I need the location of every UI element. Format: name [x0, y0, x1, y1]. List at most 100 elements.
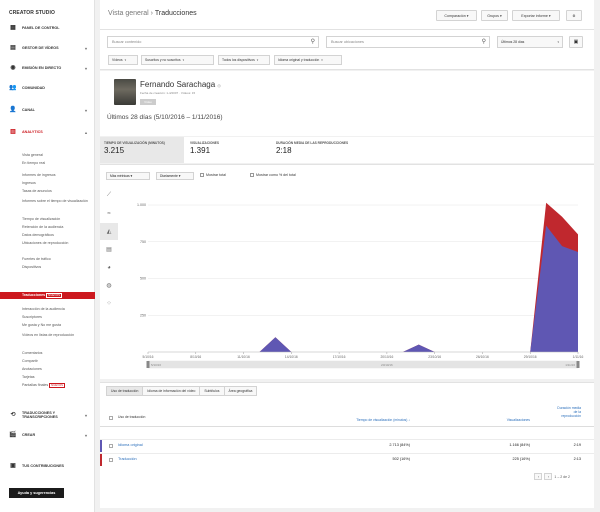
range-handle-right — [576, 361, 580, 368]
sidebar-subitem[interactable]: Pantallas finales NUEVOS — [22, 383, 88, 389]
sidebar-subitem[interactable]: Compartir — [22, 359, 88, 364]
sidebar-subitem[interactable]: Fuentes de tráfico — [22, 257, 88, 262]
tab-video-info-language[interactable]: Idioma de información del vídeo — [143, 386, 201, 396]
content-search-input[interactable]: Buscar contenido ⚲ — [107, 36, 319, 48]
chevron-down-icon: ▾ — [124, 58, 127, 62]
row-watch-time: 2.713 (84%) — [389, 443, 410, 447]
column-header-views[interactable]: Visualizaciones — [480, 418, 530, 422]
metric-avg-duration[interactable]: DURACIÓN MEDIA DE LAS REPRODUCCIONES 2:1… — [272, 137, 360, 163]
row-name[interactable]: Idioma original — [118, 443, 143, 447]
x-tick-label: 14/10/16 — [285, 355, 298, 359]
row-checkbox[interactable] — [109, 444, 113, 448]
sidebar-item-label: GESTOR DE VÍDEOS — [22, 46, 59, 50]
tab-translation-usage[interactable]: Uso de traducción — [106, 386, 144, 396]
column-header-usage[interactable]: Uso de traducción — [118, 415, 145, 419]
sidebar-subitem[interactable]: Anotaciones — [22, 367, 88, 372]
sidebar-subitem[interactable]: Suscriptores — [22, 315, 88, 320]
sidebar-subitem[interactable]: En tiempo real — [22, 161, 88, 166]
sidebar-subitem-label: Tasas de anuncios — [22, 189, 52, 193]
row-views: 1.166 (84%) — [509, 443, 530, 447]
export-button[interactable]: Exportar informe ▾ — [512, 10, 560, 21]
sidebar-subitem[interactable]: Ingresos — [22, 181, 88, 186]
sidebar-subitem[interactable]: Tiempo de visualización — [22, 217, 88, 222]
sidebar-subitem[interactable]: Tarjetas — [22, 375, 88, 380]
contributions-icon: ▣ — [10, 463, 16, 469]
sidebar-subitem[interactable]: Tasas de anuncios — [22, 189, 88, 194]
date-range-select[interactable]: Últimos 28 días ▾ — [497, 36, 563, 48]
groups-button[interactable]: Grupos ▾ — [481, 10, 508, 21]
column-header-watch-time[interactable]: Tiempo de visualización (minutos) ↓ — [300, 418, 410, 422]
settings-button[interactable]: ⚙ — [566, 10, 582, 21]
pagination: ‹ › 1 – 2 de 2 — [534, 473, 570, 480]
row-name[interactable]: Traducción — [118, 457, 137, 461]
new-badge: NUEVOS — [49, 383, 65, 389]
chevron-down-icon: ▾ — [557, 40, 559, 44]
table-tabs: Uso de traducción Idioma de información … — [106, 386, 258, 396]
sidebar-item-live[interactable]: ◉ EMISIÓN EN DIRECTO ▾ — [0, 62, 95, 74]
filter-chip[interactable]: Idioma original y traducción ▾ — [274, 55, 342, 65]
sidebar-item-contributions[interactable]: ▣ TUS CONTRIBUCIONES — [0, 460, 95, 472]
help-button[interactable]: Ayuda y sugerencias — [9, 488, 64, 498]
sidebar-item-label: CREAR — [22, 433, 36, 437]
y-tick-label: 750 — [140, 240, 146, 244]
search-icon[interactable]: ⚲ — [311, 38, 315, 45]
sidebar-subitem[interactable]: Informes de ingresos — [22, 173, 88, 178]
sidebar-item-community[interactable]: 👥 COMUNIDAD — [0, 82, 95, 94]
sidebar-subitem[interactable]: Interacción de la audiencia — [22, 307, 88, 312]
prev-page-button[interactable]: ‹ — [534, 473, 543, 480]
y-tick-label: 500 — [140, 277, 146, 281]
sidebar-subitem-label: Dispositivos — [22, 265, 42, 269]
compare-button[interactable]: Comparación ▾ — [436, 10, 477, 21]
location-search-input[interactable]: Buscar ubicaciones ⚲ — [326, 36, 490, 48]
column-header-avg-duration[interactable]: Duración media de la reproducción — [556, 406, 581, 418]
sidebar-item-create[interactable]: 🎬 CREAR ▾ — [0, 429, 95, 441]
breadcrumb-link[interactable]: Vista general — [108, 10, 149, 17]
sidebar-subitem-label: Traducciones — [22, 293, 46, 297]
next-page-button[interactable]: › — [544, 473, 553, 480]
sidebar-item-translate[interactable]: ⟲ TRADUCCIONES Y TRANSCRIPCIONES ▾ — [0, 409, 95, 421]
x-tick-label: 5/10/16 — [143, 355, 154, 359]
content-type-tag: Vídeo — [140, 99, 156, 105]
sidebar-subitem-label: Datos demográficos — [22, 233, 54, 237]
sidebar-item-video-manager[interactable]: ▤ GESTOR DE VÍDEOS ▾ — [0, 42, 95, 54]
sidebar-subitem[interactable]: Vídeos en listas de reproducción — [22, 333, 88, 338]
sidebar-item-analytics[interactable]: ▥ ANALYTICS ▴ — [0, 126, 95, 138]
sidebar-subitem[interactable]: Traducciones NUEVOS — [0, 292, 95, 299]
sidebar-subitem-label: Anotaciones — [22, 367, 42, 371]
pagination-label: 1 – 2 de 2 — [554, 474, 570, 479]
search-icon[interactable]: ⚲ — [482, 38, 486, 45]
channel-meta: Fecha de creación: 1-4/2007 · Vídeos: 15 — [140, 91, 196, 95]
sidebar-subitem[interactable]: Dispositivos — [22, 265, 88, 270]
sidebar-subitem-label: Tarjetas — [22, 375, 35, 379]
table-row[interactable]: Traducción 502 (16%) 225 (16%) 2:13 — [100, 453, 594, 466]
filter-chip[interactable]: Todos los dispositivos ▾ — [218, 55, 270, 65]
sidebar: CREATOR STUDIO ▦ PANEL DE CONTROL ▤ GESTOR … — [0, 0, 95, 512]
row-checkbox[interactable] — [109, 458, 113, 462]
metric-watch-time[interactable]: TIEMPO DE VISUALIZACIÓN (MINUTOS) 3.215 — [100, 137, 184, 163]
calendar-icon: ▣ — [573, 39, 579, 45]
filter-chip[interactable]: Vídeos ▾ — [108, 55, 138, 65]
channel-name[interactable]: Fernando Sarachaga ◎ — [140, 80, 221, 89]
table-header: Uso de traducción Tiempo de visualizació… — [100, 405, 594, 427]
select-all-checkbox[interactable] — [109, 416, 113, 420]
sidebar-subitem[interactable]: Datos demográficos — [22, 233, 88, 238]
filter-chip-label: Todos los dispositivos — [222, 58, 255, 62]
calendar-button[interactable]: ▣ — [569, 36, 583, 48]
sidebar-subitem[interactable]: Informes sobre el tiempo de visualizació… — [22, 199, 88, 204]
sidebar-subitem-label: Me gusta y No me gusta — [22, 323, 61, 327]
sidebar-subitem[interactable]: Vista general — [22, 153, 88, 158]
table-row[interactable]: Idioma original 2.713 (84%) 1.166 (84%) 2:1… — [100, 439, 594, 452]
sidebar-item-dashboard[interactable]: ▦ PANEL DE CONTROL — [0, 22, 95, 34]
sidebar-subitem-label: Pantallas finales — [22, 383, 49, 387]
sidebar-subitem[interactable]: Me gusta y No me gusta — [22, 323, 88, 328]
sidebar-subitem[interactable]: Retención de la audiencia — [22, 225, 88, 230]
sidebar-subitem[interactable]: Ubicaciones de reproducción — [22, 241, 88, 246]
tab-subtitles[interactable]: Subtítulos — [200, 386, 225, 396]
sidebar-subitem[interactable]: Comentarios — [22, 351, 88, 356]
channel-profile: Fernando Sarachaga ◎ Fecha de creación: … — [100, 71, 594, 136]
row-avg: 2:13 — [573, 457, 581, 461]
metric-views[interactable]: VISUALIZACIONES 1.391 — [186, 137, 270, 163]
sidebar-item-channel[interactable]: 👤 CANAL ▾ — [0, 104, 95, 116]
tab-geography[interactable]: Área geográfica — [224, 386, 258, 396]
filter-chip[interactable]: Suscritos y no suscritos ▾ — [141, 55, 214, 65]
